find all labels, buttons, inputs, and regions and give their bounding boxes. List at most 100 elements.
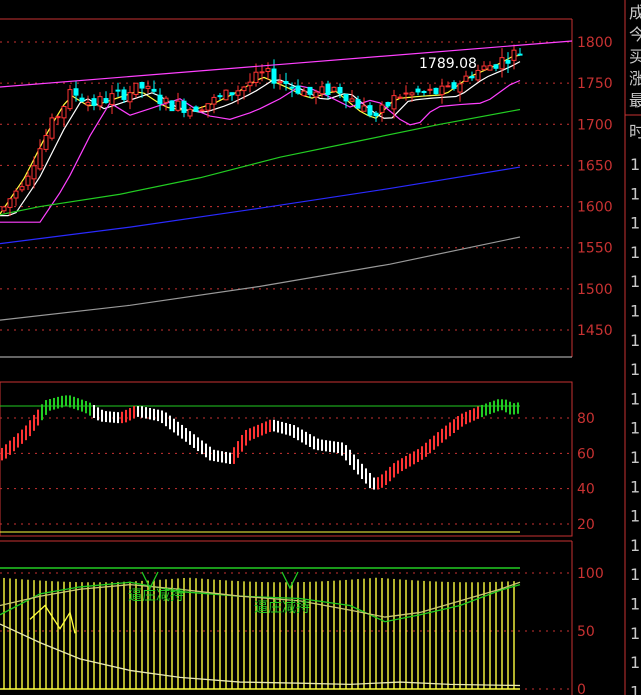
candle-body[interactable] bbox=[349, 98, 355, 102]
candle-body[interactable] bbox=[235, 90, 241, 96]
candle-body[interactable] bbox=[49, 117, 55, 139]
stock-chart[interactable]: 1789.08 18001750170016501600155015001450… bbox=[0, 0, 641, 695]
indicator-panel-2[interactable]: 逼庄减持 逼庄减持 100 50 0 bbox=[0, 540, 604, 695]
candle-body[interactable] bbox=[163, 97, 169, 103]
candle-body[interactable] bbox=[43, 134, 49, 150]
candle-body[interactable] bbox=[181, 100, 187, 113]
candle-body[interactable] bbox=[433, 87, 439, 95]
candle-body[interactable] bbox=[109, 93, 115, 105]
candle-body[interactable] bbox=[277, 81, 283, 84]
candle-body[interactable] bbox=[325, 83, 331, 95]
side-row-value[interactable]: 1 bbox=[630, 448, 640, 467]
side-row-value[interactable]: 1 bbox=[630, 419, 640, 438]
side-row-value[interactable]: 1 bbox=[630, 155, 640, 174]
candle-body[interactable] bbox=[361, 105, 367, 112]
candle-body[interactable] bbox=[487, 65, 493, 71]
side-row-value[interactable]: 1 bbox=[630, 184, 640, 203]
candle-body[interactable] bbox=[199, 109, 205, 112]
candle-body[interactable] bbox=[241, 86, 247, 92]
candle-body[interactable] bbox=[337, 86, 343, 94]
candle-body[interactable] bbox=[367, 105, 373, 116]
candle-body[interactable] bbox=[73, 88, 79, 96]
candle-body[interactable] bbox=[7, 198, 13, 208]
candle-body[interactable] bbox=[343, 93, 349, 102]
candle-body[interactable] bbox=[409, 92, 415, 96]
candle-body[interactable] bbox=[511, 49, 517, 61]
side-row-value[interactable]: 1 bbox=[630, 272, 640, 291]
candle-body[interactable] bbox=[31, 165, 37, 180]
candle-body[interactable] bbox=[499, 57, 505, 70]
indicator-panel-1[interactable]: 80 60 40 20 bbox=[0, 381, 595, 537]
candle-body[interactable] bbox=[295, 85, 301, 94]
side-row-value[interactable]: 1 bbox=[630, 360, 640, 379]
side-row-value[interactable]: 1 bbox=[630, 536, 640, 555]
candle-body[interactable] bbox=[61, 106, 67, 119]
candle-body[interactable] bbox=[103, 98, 109, 104]
candle-body[interactable] bbox=[319, 86, 325, 95]
candle-body[interactable] bbox=[97, 96, 103, 107]
side-row-value[interactable]: 1 bbox=[630, 331, 640, 350]
candle-body[interactable] bbox=[217, 95, 223, 98]
candle-body[interactable] bbox=[133, 82, 139, 96]
candle-body[interactable] bbox=[313, 91, 319, 98]
side-row-value[interactable]: 1 bbox=[630, 214, 640, 233]
side-row-value[interactable]: 1 bbox=[630, 507, 640, 526]
candle-body[interactable] bbox=[391, 95, 397, 110]
side-row-value[interactable]: 1 bbox=[630, 477, 640, 496]
candle-body[interactable] bbox=[205, 103, 211, 111]
candle-body[interactable] bbox=[373, 112, 379, 117]
candle-body[interactable] bbox=[301, 90, 307, 97]
candle-body[interactable] bbox=[259, 71, 265, 74]
candle-body[interactable] bbox=[223, 89, 229, 101]
candle-body[interactable] bbox=[421, 91, 427, 94]
candle-body[interactable] bbox=[247, 81, 253, 87]
main-price-panel[interactable]: 1789.08 1800 1750 1700 1650 1600 1550 1500 1450 bbox=[0, 18, 613, 358]
side-trade-rows[interactable]: 1 1 1 1 1 1 1 1 1 1 1 1 1 1 1 1 1 1 1 bbox=[630, 155, 640, 695]
side-row-value[interactable]: 1 bbox=[630, 653, 640, 672]
candle-body[interactable] bbox=[463, 75, 469, 82]
candle-body[interactable] bbox=[115, 89, 121, 92]
candle-body[interactable] bbox=[379, 104, 385, 113]
candle-body[interactable] bbox=[229, 92, 235, 96]
candle-body[interactable] bbox=[175, 100, 181, 111]
candle-body[interactable] bbox=[13, 190, 19, 199]
candle-body[interactable] bbox=[25, 175, 31, 186]
candle-body[interactable] bbox=[139, 82, 145, 89]
candle-body[interactable] bbox=[211, 96, 217, 105]
candle-body[interactable] bbox=[469, 75, 475, 79]
candle-body[interactable] bbox=[19, 186, 25, 191]
candle-body[interactable] bbox=[427, 88, 433, 91]
candle-body[interactable] bbox=[445, 85, 451, 88]
side-row-value[interactable]: 1 bbox=[630, 389, 640, 408]
side-row-value[interactable]: 1 bbox=[630, 682, 640, 695]
candle-body[interactable] bbox=[55, 116, 61, 119]
candle-body[interactable] bbox=[289, 86, 295, 89]
candle-body[interactable] bbox=[121, 89, 127, 100]
candle-body[interactable] bbox=[265, 68, 271, 72]
candle-body[interactable] bbox=[457, 83, 463, 93]
candle-body[interactable] bbox=[253, 71, 259, 84]
candle-body[interactable] bbox=[271, 68, 277, 84]
candle-body[interactable] bbox=[127, 92, 133, 103]
candle-body[interactable] bbox=[481, 65, 487, 71]
candle-body[interactable] bbox=[67, 89, 73, 110]
candle-body[interactable] bbox=[451, 82, 457, 89]
candle-body[interactable] bbox=[385, 102, 391, 107]
candle-body[interactable] bbox=[517, 53, 523, 56]
candle-body[interactable] bbox=[403, 92, 409, 95]
candle-body[interactable] bbox=[187, 108, 193, 117]
candle-body[interactable] bbox=[415, 88, 421, 93]
candle-body[interactable] bbox=[307, 86, 313, 95]
side-row-value[interactable]: 1 bbox=[630, 595, 640, 614]
candle-body[interactable] bbox=[79, 97, 85, 102]
side-quote-panel[interactable]: 成今买涨最 时 1 1 1 1 1 1 1 1 1 1 1 1 1 1 1 1 1 1 1 bbox=[624, 0, 641, 695]
candle-body[interactable] bbox=[493, 64, 499, 69]
candle-body[interactable] bbox=[505, 59, 511, 64]
candle-body[interactable] bbox=[331, 86, 337, 92]
candle-body[interactable] bbox=[151, 88, 157, 92]
candle-body[interactable] bbox=[37, 148, 43, 170]
side-row-value[interactable]: 1 bbox=[630, 243, 640, 262]
candle-body[interactable] bbox=[91, 98, 97, 106]
candle-body[interactable] bbox=[283, 81, 289, 84]
candle-body[interactable] bbox=[169, 100, 175, 112]
